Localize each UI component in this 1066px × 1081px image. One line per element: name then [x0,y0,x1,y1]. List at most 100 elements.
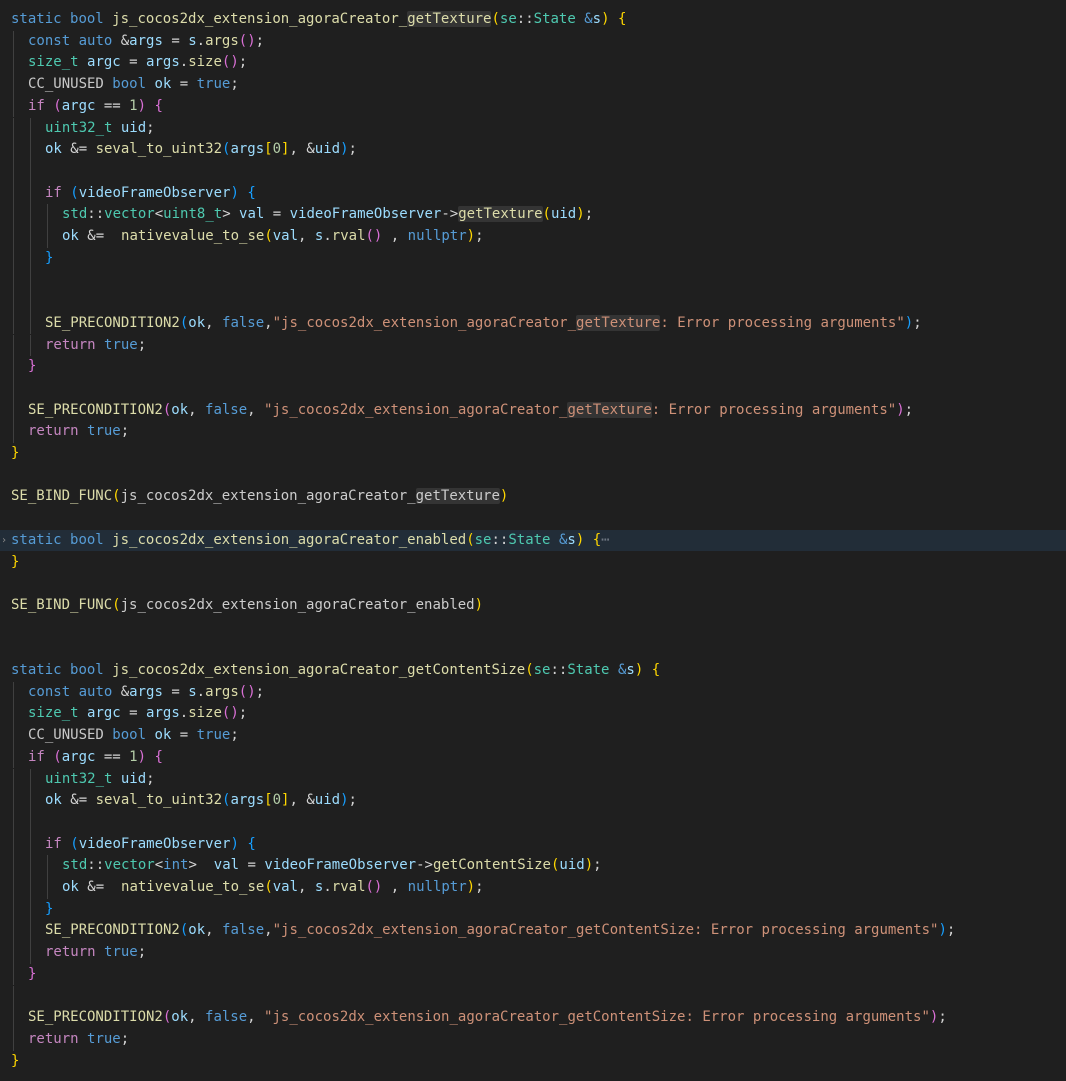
code-line[interactable]: SE_PRECONDITION2(ok, false, "js_cocos2dx… [0,399,1066,422]
code-token: "js_cocos2dx_extension_agoraCreator_getC… [272,922,939,939]
code-token: 0 [272,141,282,158]
indent-guide [13,399,14,422]
code-line[interactable]: size_t argc = args.size(); [0,52,1066,75]
code-token: ok [62,228,79,244]
code-token: if [45,835,62,852]
code-line[interactable]: SE_PRECONDITION2(ok, false, "js_cocos2dx… [0,1007,1066,1029]
code-token: if [28,97,45,114]
code-line[interactable]: CC_UNUSED bool ok = true; [0,74,1066,96]
code-line[interactable]: std::vector<int> val = videoFrameObserve… [0,855,1066,877]
code-line[interactable]: CC_UNUSED bool ok = true; [0,725,1066,747]
code-line[interactable] [0,269,1066,292]
code-line[interactable] [0,160,1066,183]
indent-guide [13,703,14,726]
folded-region-ellipsis[interactable]: ⋯ [601,532,609,548]
code-token: , [298,879,315,895]
code-line[interactable]: } [0,356,1066,378]
code-line[interactable]: ok &= seval_to_uint32(args[0], &uid); [0,139,1066,161]
code-token: se [533,662,551,678]
indent-guide [47,226,48,248]
code-token: ; [238,54,248,71]
code-line[interactable]: static bool js_cocos2dx_extension_agoraC… [0,660,1066,682]
code-token: SE_PRECONDITION2 [28,1009,163,1026]
code-token: :: [87,206,105,223]
code-line[interactable]: SE_BIND_FUNC(js_cocos2dx_extension_agora… [0,595,1066,617]
code-token: uid [314,141,341,158]
code-token: ; [584,206,594,223]
code-line[interactable]: } [0,443,1066,465]
code-line[interactable]: return true; [0,1028,1066,1051]
code-line[interactable]: ok &= nativevalue_to_se(val, s.rval() , … [0,226,1066,248]
code-line[interactable] [0,811,1066,834]
code-token: :: [516,11,534,27]
code-text: return true; [45,335,146,357]
code-line[interactable]: size_t argc = args.size(); [0,703,1066,726]
indent-guide [30,160,31,183]
fold-chevron-icon[interactable]: › [1,530,7,552]
code-line[interactable]: const auto &args = s.args(); [0,681,1066,704]
code-text: static bool js_cocos2dx_extension_agoraC… [11,9,626,31]
code-editor[interactable]: static bool js_cocos2dx_extension_agoraC… [0,0,1066,1081]
code-line[interactable]: if (argc == 1) { [0,95,1066,118]
code-line[interactable]: if (argc == 1) { [0,746,1066,769]
code-token: s [188,683,197,700]
code-line[interactable]: if (videoFrameObserver) { [0,182,1066,205]
code-token: bool [70,662,104,678]
indent-guide [13,182,14,205]
code-token: getTexture [415,488,500,505]
code-line[interactable]: } [0,247,1066,270]
code-token: { [617,11,627,27]
indent-guide [30,768,31,791]
code-line[interactable]: ok &= seval_to_uint32(args[0], &uid); [0,790,1066,812]
code-line[interactable]: std::vector<uint8_t> val = videoFrameObs… [0,204,1066,226]
code-token: () [365,228,383,244]
code-line[interactable]: uint32_t uid; [0,768,1066,791]
code-token: SE_PRECONDITION2 [45,314,180,331]
code-line[interactable]: if (videoFrameObserver) { [0,833,1066,856]
code-line[interactable] [0,465,1066,487]
code-token: . [179,705,189,722]
code-line[interactable]: } [0,898,1066,921]
code-line[interactable]: const auto &args = s.args(); [0,30,1066,53]
code-line[interactable] [0,377,1066,400]
code-line[interactable]: SE_BIND_FUNC(js_cocos2dx_extension_agora… [0,486,1066,508]
code-token: args [146,705,180,722]
code-line[interactable]: } [0,552,1066,574]
code-token: ( [542,206,551,223]
code-token: () [238,683,256,700]
code-line[interactable]: › static bool js_cocos2dx_extension_agora… [0,529,1066,552]
code-line[interactable]: ok &= nativevalue_to_se(val, s.rval() , … [0,877,1066,899]
code-line[interactable]: SE_PRECONDITION2(ok, false,"js_cocos2dx_… [0,312,1066,335]
code-line[interactable] [0,638,1066,660]
indent-guide [13,725,14,747]
code-token: const [28,683,71,700]
code-token: } [45,900,54,917]
indent-guide [30,920,31,943]
code-token: ) [634,662,644,678]
code-token: , [188,401,206,418]
code-token: true [196,76,231,93]
code-token: ) [499,488,509,505]
code-line[interactable] [0,573,1066,595]
code-line[interactable] [0,508,1066,530]
code-line[interactable]: } [0,1051,1066,1073]
code-line[interactable]: SE_PRECONDITION2(ok, false,"js_cocos2dx_… [0,920,1066,943]
code-line[interactable] [0,617,1066,639]
code-token: . [323,879,332,895]
code-token: , & [289,141,315,158]
code-line[interactable]: return true; [0,421,1066,443]
code-token: return [28,423,79,440]
code-line[interactable]: return true; [0,942,1066,964]
code-line[interactable]: uint32_t uid; [0,117,1066,140]
code-line[interactable] [0,291,1066,313]
code-line[interactable] [0,985,1066,1008]
code-line[interactable]: } [0,963,1066,986]
code-token: ; [146,119,155,136]
code-line[interactable]: return true; [0,334,1066,357]
code-text: std::vector<int> val = videoFrameObserve… [62,855,602,877]
code-token: } [11,553,20,570]
code-line[interactable]: static bool js_cocos2dx_extension_agoraC… [0,9,1066,31]
